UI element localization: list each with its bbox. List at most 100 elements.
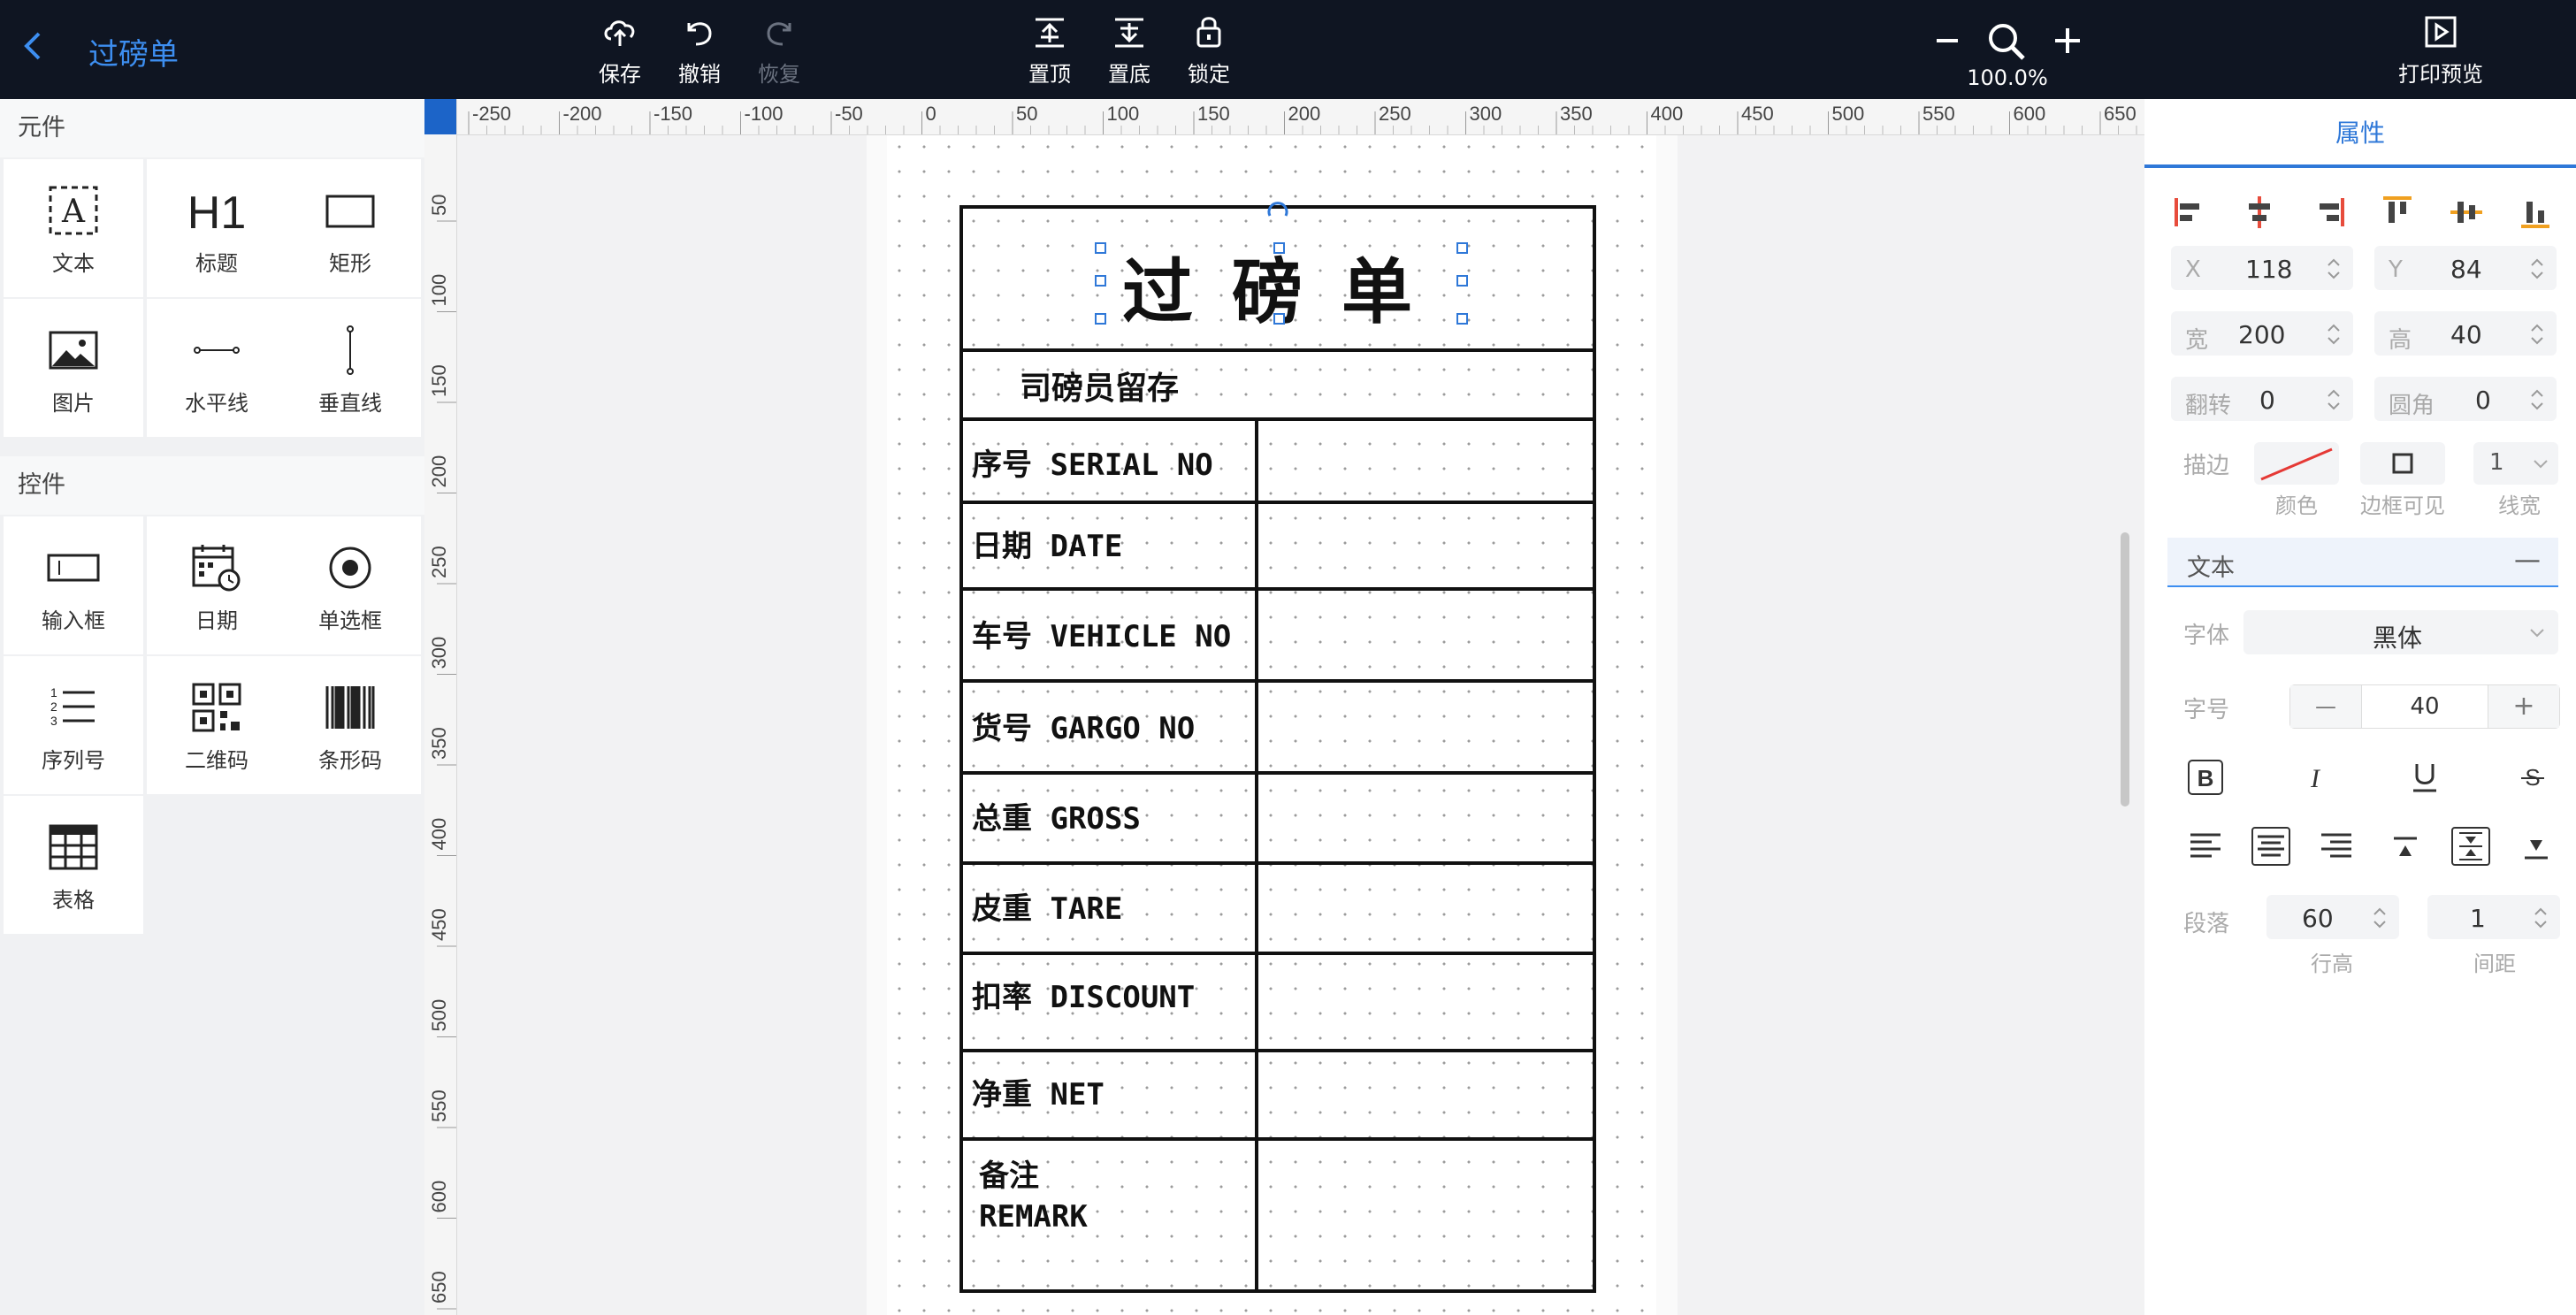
text-section-header[interactable]: 文本 — xyxy=(2167,538,2558,587)
align-center-horizontal-icon[interactable] xyxy=(2240,193,2279,232)
height-label: 高 xyxy=(2389,327,2412,354)
lock-button[interactable]: 锁定 xyxy=(1169,9,1249,94)
text-box-icon: A xyxy=(49,186,98,235)
x-field[interactable]: X 118 xyxy=(2171,246,2353,290)
ticket-row-label[interactable]: 日期 DATE xyxy=(972,522,1122,565)
component-text[interactable]: A 文本 xyxy=(4,159,143,297)
align-middle-vertical-icon[interactable] xyxy=(2447,193,2486,232)
component-horizontal-line[interactable]: 水平线 xyxy=(147,299,287,437)
font-size-increase[interactable]: + xyxy=(2488,685,2559,728)
ticket-remark-en[interactable]: REMARK xyxy=(979,1199,1088,1235)
height-field[interactable]: 高 40 xyxy=(2374,311,2557,356)
rotate-handle-icon[interactable] xyxy=(1265,200,1291,226)
vertical-align-top-icon[interactable] xyxy=(2385,826,2426,867)
letter-spacing-field[interactable]: 1 xyxy=(2427,895,2560,939)
selection-handle-nw[interactable] xyxy=(1095,242,1106,254)
ticket-subtitle[interactable]: 司磅员留存 xyxy=(1020,363,1179,409)
selection-handle-se[interactable] xyxy=(1456,313,1468,325)
ticket-row-label[interactable]: 总重 GROSS xyxy=(972,794,1141,837)
stepper-icon[interactable] xyxy=(2325,386,2343,414)
line-height-field[interactable]: 60 xyxy=(2266,895,2399,939)
bold-icon[interactable]: B xyxy=(2185,757,2226,798)
ticket-row-label[interactable]: 序号 SERIAL NO xyxy=(972,440,1213,484)
ticket-row-discount: 扣率 DISCOUNT xyxy=(963,952,1593,1052)
vertical-align-bottom-icon[interactable] xyxy=(2516,826,2557,867)
selection-handle-e[interactable] xyxy=(1456,275,1468,287)
paper-margin-left xyxy=(867,134,887,1315)
y-field[interactable]: Y 84 xyxy=(2374,246,2557,290)
control-serial-number[interactable]: 123 序列号 xyxy=(4,656,143,794)
font-size-value[interactable]: 40 xyxy=(2361,685,2488,728)
control-date[interactable]: 日期 xyxy=(147,516,287,654)
control-input-box[interactable]: 输入框 xyxy=(4,516,143,654)
ticket-row-label[interactable]: 扣率 DISCOUNT xyxy=(972,973,1195,1016)
selection-handle-sw[interactable] xyxy=(1095,313,1106,325)
bring-to-front-button[interactable]: 置顶 xyxy=(1010,9,1089,94)
vertical-scrollbar[interactable] xyxy=(2121,532,2129,807)
zoom-out-icon[interactable] xyxy=(1933,27,1961,55)
undo-button[interactable]: 撤销 xyxy=(660,9,739,94)
redo-icon xyxy=(767,22,791,46)
print-preview-button[interactable]: 打印预览 xyxy=(2388,9,2494,94)
ticket-row-label[interactable]: 皮重 TARE xyxy=(972,884,1122,928)
component-image[interactable]: 图片 xyxy=(4,299,143,437)
control-barcode[interactable]: 条形码 xyxy=(279,656,421,794)
ruler-tick-label: 300 xyxy=(1470,103,1502,125)
width-field[interactable]: 宽 200 xyxy=(2171,311,2353,356)
align-top-icon[interactable] xyxy=(2378,193,2417,232)
align-bottom-icon[interactable] xyxy=(2516,193,2555,232)
vertical-align-middle-icon[interactable] xyxy=(2450,826,2491,867)
italic-icon[interactable]: I xyxy=(2295,757,2335,798)
selection-handle-s[interactable] xyxy=(1273,313,1285,325)
weighbridge-ticket[interactable]: 过磅单 司磅员留存 序号 SERIAL NO 日期 DATE 车号 VEHICL… xyxy=(959,205,1596,1293)
strikethrough-icon[interactable]: S xyxy=(2512,757,2553,798)
line-width-label: 线宽 xyxy=(2498,493,2541,518)
font-size-stepper[interactable]: — 40 + xyxy=(2289,684,2560,729)
redo-button[interactable]: 恢复 xyxy=(739,9,819,94)
ticket-remark-cn[interactable]: 备注 xyxy=(979,1151,1039,1195)
radius-field[interactable]: 圆角 0 xyxy=(2374,377,2557,421)
zoom-in-icon[interactable] xyxy=(2052,25,2083,57)
component-rectangle[interactable]: 矩形 xyxy=(279,159,421,297)
collapse-icon[interactable]: — xyxy=(2514,545,2541,576)
back-button[interactable] xyxy=(19,25,55,74)
component-heading[interactable]: H1 标题 xyxy=(147,159,287,297)
component-vertical-line[interactable]: 垂直线 xyxy=(279,299,421,437)
selection-handle-w[interactable] xyxy=(1095,275,1106,287)
text-align-left-icon[interactable] xyxy=(2185,826,2226,867)
rotate-field[interactable]: 翻转 0 xyxy=(2171,377,2353,421)
ticket-title[interactable]: 过磅单 xyxy=(1122,235,1451,338)
text-align-center-icon[interactable] xyxy=(2251,826,2291,867)
selection-handle-ne[interactable] xyxy=(1456,242,1468,254)
ticket-row-label[interactable]: 车号 VEHICLE NO xyxy=(972,612,1231,655)
stepper-icon[interactable] xyxy=(2528,386,2546,414)
font-size-decrease[interactable]: — xyxy=(2290,685,2362,728)
ticket-row-label[interactable]: 净重 NET xyxy=(972,1070,1105,1113)
radius-label: 圆角 xyxy=(2389,393,2435,419)
border-visible-toggle[interactable] xyxy=(2360,442,2445,485)
color-slash-icon xyxy=(2260,447,2333,481)
control-radio[interactable]: 单选框 xyxy=(279,516,421,654)
line-width-select[interactable]: 1 xyxy=(2473,442,2558,485)
stroke-color-swatch[interactable] xyxy=(2254,442,2339,485)
stepper-icon[interactable] xyxy=(2528,255,2546,283)
font-select[interactable]: 黑体 xyxy=(2243,610,2558,654)
stepper-icon[interactable] xyxy=(2325,255,2343,283)
tab-properties[interactable]: 属性 xyxy=(2144,99,2576,168)
control-table[interactable]: 表格 xyxy=(4,796,143,934)
text-align-right-icon[interactable] xyxy=(2316,826,2357,867)
stepper-icon[interactable] xyxy=(2528,320,2546,348)
stepper-icon[interactable] xyxy=(2371,904,2389,932)
align-left-icon[interactable] xyxy=(2171,193,2210,232)
control-qr-code[interactable]: 二维码 xyxy=(147,656,287,794)
stepper-icon[interactable] xyxy=(2532,904,2549,932)
align-right-icon[interactable] xyxy=(2309,193,2348,232)
save-button[interactable]: 保存 xyxy=(580,9,660,94)
send-to-back-button[interactable]: 置底 xyxy=(1089,9,1169,94)
zoom-level: 100.0% xyxy=(1967,65,2048,90)
horizontal-ruler-ticks: -250 -200 -150 -100 -50 0 50 100 150 200 250 300 350… xyxy=(468,103,2137,134)
selection-handle-n[interactable] xyxy=(1273,242,1285,254)
stepper-icon[interactable] xyxy=(2325,320,2343,348)
ticket-row-label[interactable]: 货号 GARGO NO xyxy=(972,704,1195,747)
underline-icon[interactable] xyxy=(2404,757,2445,798)
